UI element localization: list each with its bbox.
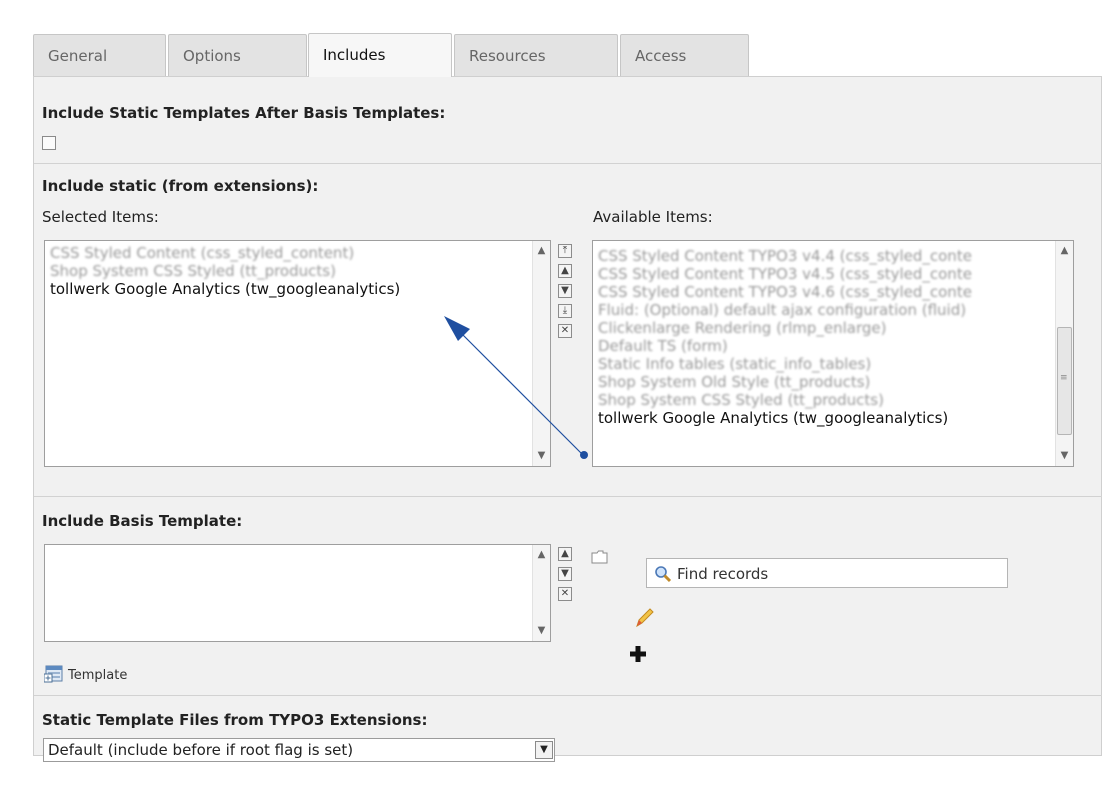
basis-template-label: Include Basis Template: — [42, 512, 243, 530]
template-icon[interactable] — [44, 665, 64, 683]
tab-general[interactable]: General — [33, 34, 166, 76]
move-down-icon[interactable]: ▼ — [558, 567, 572, 581]
tab-options[interactable]: Options — [168, 34, 307, 76]
pencil-icon[interactable] — [633, 606, 655, 628]
template-link[interactable]: Template — [68, 668, 127, 683]
includes-panel: Include Static Templates After Basis Tem… — [33, 76, 1102, 762]
include-after-basis-checkbox[interactable] — [42, 136, 56, 150]
move-up-icon[interactable]: ▲ — [558, 547, 572, 561]
search-icon — [655, 566, 672, 583]
include-after-basis-label: Include Static Templates After Basis Tem… — [42, 104, 446, 122]
tab-includes[interactable]: Includes — [308, 33, 452, 77]
chevron-down-icon[interactable]: ▼ — [535, 741, 553, 759]
scroll-up-icon[interactable]: ▲ — [533, 547, 550, 563]
plus-icon[interactable] — [629, 645, 647, 663]
include-static-section: Include static (from extensions): Select… — [34, 164, 1102, 497]
tab-resources[interactable]: Resources — [454, 34, 618, 76]
annotation-arrow — [444, 316, 588, 459]
static-files-value: Default (include before if root flag is … — [48, 741, 354, 759]
find-records-placeholder: Find records — [677, 565, 769, 583]
scroll-down-icon[interactable]: ▼ — [533, 623, 550, 639]
find-records-input[interactable]: Find records — [646, 558, 1008, 588]
include-after-basis-section: Include Static Templates After Basis Tem… — [34, 77, 1102, 164]
basis-template-section: Include Basis Template: ▲ ▼ ▲ ▼ ✕ Find r… — [34, 497, 1102, 696]
remove-icon[interactable]: ✕ — [558, 587, 572, 601]
basis-template-list[interactable]: ▲ ▼ — [44, 544, 551, 642]
static-files-select[interactable]: Default (include before if root flag is … — [43, 738, 555, 762]
static-files-section: Static Template Files from TYPO3 Extensi… — [34, 696, 1102, 762]
static-files-label: Static Template Files from TYPO3 Extensi… — [42, 711, 428, 729]
folder-icon[interactable] — [591, 550, 609, 564]
basis-list-scrollbar[interactable]: ▲ ▼ — [532, 545, 550, 641]
tab-access[interactable]: Access — [620, 34, 749, 76]
